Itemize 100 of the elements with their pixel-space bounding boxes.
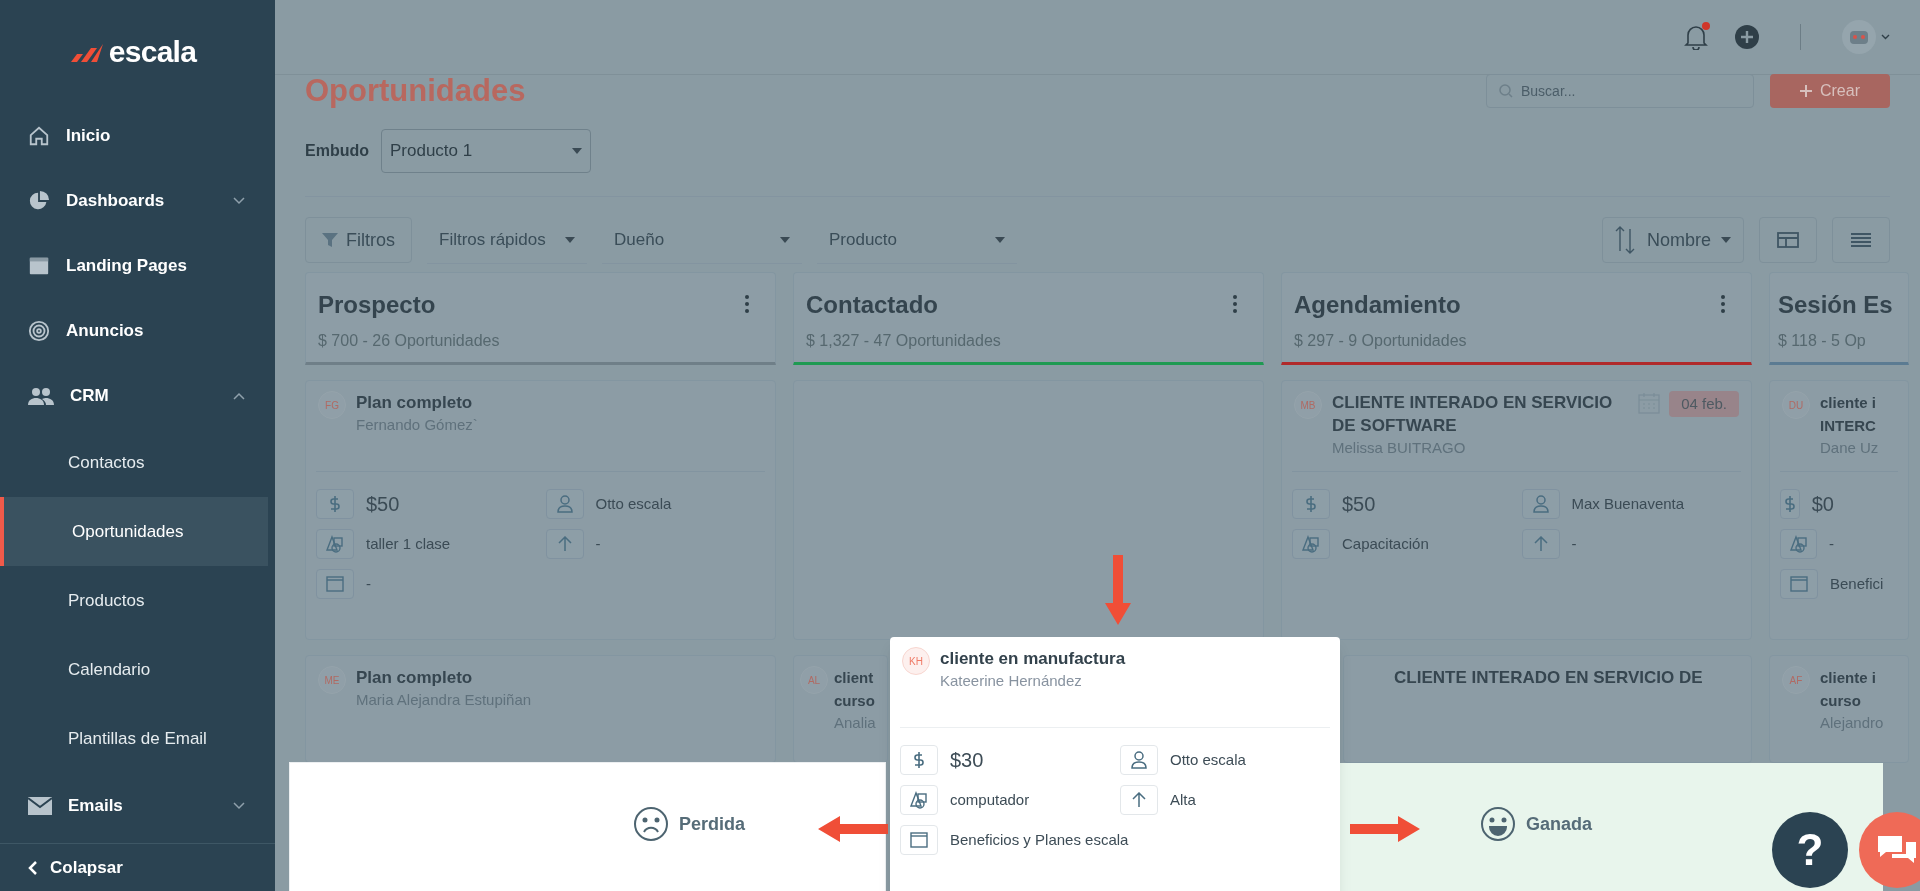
sidebar-subitem[interactable]: Oportunidades [0,497,268,566]
filter-dropdown[interactable]: Dueño [602,216,802,264]
envelope-icon [28,795,52,816]
search-field[interactable]: Buscar... [1486,74,1754,108]
person-icon [545,489,584,519]
card-title: CLIENTE INTERADO EN SERVICIO DE SOFTWARE [1332,392,1614,437]
field-value: $30 [950,748,984,773]
board-view-button[interactable] [1759,217,1817,263]
filter-icon [322,232,338,248]
dollar-icon [900,745,938,775]
sort-arrows-icon [1614,225,1637,255]
field-value: Beneficios y Planes escala [950,829,1129,850]
caret-icon [995,236,1005,243]
sidebar-subitem[interactable]: Calendario [0,635,268,704]
card-title: Plan completo [356,667,474,689]
menu-icon [1851,233,1871,247]
avatar-initials: FG [318,391,346,419]
avatar-initials: AF [1782,666,1810,694]
home-icon [28,124,50,147]
drop-zone-label: Perdida [679,812,746,836]
browser-window-icon [316,569,354,599]
filters-button[interactable]: Filtros [305,217,412,263]
lost-drop-zone[interactable]: Perdida [290,763,885,891]
sad-face-icon [633,806,669,842]
column-title: Agendamiento [1294,290,1462,320]
field-value: Alta [1170,789,1196,810]
field-value: computador [950,789,1030,810]
down-arrow [1105,555,1131,625]
avatar-initials: KH [902,647,930,675]
column-title: Contactado [806,290,939,320]
sidebar-item[interactable]: Emails [0,773,275,838]
chevron-icon [233,391,245,400]
more-vertical-icon[interactable] [745,295,749,313]
field-value: $0 [1811,492,1834,517]
bell-icon[interactable] [1684,24,1708,50]
dragged-opportunity-card[interactable]: KH cliente en manufactura Kateerine Hernández $30 Otto escala computador Alta Beneficios y Planes escala [890,637,1340,891]
dollar-icon [316,489,354,519]
caret-icon [565,236,575,243]
field-value: Capacitación [1342,533,1429,554]
pie-chart-icon [28,189,50,212]
plus-icon [1800,85,1812,97]
sidebar-item[interactable]: CRM [0,363,275,428]
sidebar-subitem[interactable]: Productos [0,566,268,635]
column-title: Sesión Es [1778,290,1894,320]
list-view-button[interactable] [1832,217,1890,263]
field-value: - [1571,533,1577,554]
avatar-initials: AL [800,666,828,694]
due-date-badge: 04 feb. [1669,391,1739,417]
chevron-left-icon [28,859,38,876]
sidebar-subitem[interactable]: Contactos [0,428,268,497]
page-title: Oportunidades [305,71,526,110]
sort-button[interactable]: Nombre [1601,217,1744,263]
field-value: Otto escala [595,493,672,514]
chevron-icon[interactable] [1881,34,1890,40]
shapes-icon [1780,529,1817,559]
smiley-icon [1480,806,1516,842]
sidebar-item[interactable]: Inicio [0,103,275,168]
card-title: cliente i INTERC [1820,393,1877,436]
sidebar-item[interactable]: Anuncios [0,298,275,363]
field-value: $50 [1342,492,1376,517]
search-input[interactable]: Buscar... [1521,80,1721,102]
collapse-button[interactable]: Colapsar [50,854,123,881]
field-value: Otto escala [1170,749,1246,770]
field-value: - [595,533,601,554]
card-title: cliente en manufactura [940,648,1127,670]
search-icon [1499,84,1513,98]
board-icon [1777,232,1799,248]
funnel-dropdown[interactable]: Producto 1 [381,129,591,173]
filter-dropdown[interactable]: Producto [817,216,1017,264]
card-title: Plan completo [356,392,474,414]
sidebar-subitem[interactable]: Plantillas de Email [0,704,268,773]
caret-icon [1721,237,1731,243]
person-icon [1120,745,1158,775]
plus-circle-icon[interactable] [1734,24,1760,50]
more-vertical-icon[interactable] [1721,295,1725,313]
contact-name: Kateerine Hernández [940,671,1083,691]
more-vertical-icon[interactable] [1233,295,1237,313]
target-icon [28,319,50,342]
filter-dropdown[interactable]: Filtros rápidos [427,216,587,264]
field-value: $50 [366,492,400,517]
card-title: client curso [834,668,876,711]
caret-icon [572,148,582,154]
right-arrow [1350,816,1420,842]
sidebar-item[interactable]: Landing Pages [0,233,275,298]
shapes-icon [1292,529,1330,559]
dollar-icon [1292,489,1330,519]
field-value: taller 1 clase [366,533,451,554]
opportunity-card[interactable]: CLIENTE INTERADO EN SERVICIO DE [1343,655,1752,763]
field-value: Benefici [1830,573,1884,594]
dollar-icon [1780,489,1800,519]
sidebar-item[interactable]: Dashboards [0,168,275,233]
field-value: - [366,573,371,594]
column-title: Prospecto [318,290,437,320]
avatar-initials: MB [1294,391,1322,419]
card-title: CLIENTE INTERADO EN SERVICIO DE [1394,667,1704,689]
browser-window-icon [1780,569,1818,599]
logo-text: escala [108,36,197,67]
shapes-icon [900,785,938,815]
caret-icon [780,236,790,243]
drop-zone-label: Ganada [1526,812,1593,836]
